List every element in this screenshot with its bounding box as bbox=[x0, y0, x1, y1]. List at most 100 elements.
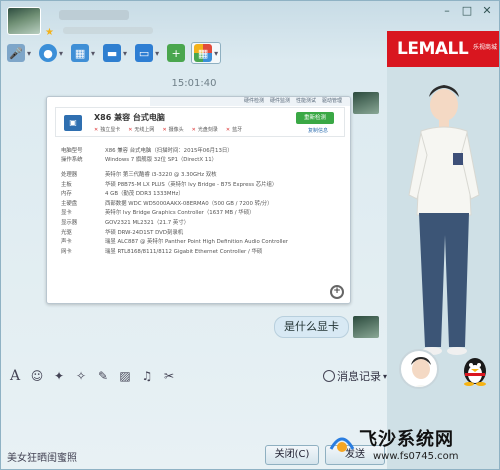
video-call-button[interactable]: ● ▾ bbox=[37, 42, 65, 64]
own-avatar bbox=[353, 316, 379, 338]
spec-key: 显示器 bbox=[61, 219, 78, 226]
feature-check: ✕ 无线上网 bbox=[128, 127, 155, 133]
ad-banner[interactable]: LEMALL 乐视商城 bbox=[387, 31, 499, 67]
friend-avatar[interactable] bbox=[7, 7, 41, 35]
image-icon[interactable]: ▨ bbox=[117, 368, 133, 384]
message-history-button[interactable]: 消息记录 ▾ bbox=[322, 367, 387, 385]
send-file-button[interactable]: ▬ ▾ bbox=[101, 42, 129, 64]
character-show-figure bbox=[408, 85, 480, 355]
watermark-title: 飞沙系统网 bbox=[359, 429, 454, 450]
voice-call-button[interactable]: 🎤 ▾ bbox=[5, 42, 33, 64]
message-time: 15:01:40 bbox=[171, 78, 217, 89]
spec-value: 瑞昱 RTL8168/8111/8112 Gigabit Ethernet Co… bbox=[105, 248, 263, 255]
clock-icon bbox=[322, 370, 335, 382]
zoom-in-icon[interactable]: + bbox=[330, 285, 344, 299]
maximize-button[interactable]: □ bbox=[459, 4, 475, 18]
spec-row: 网卡 瑞昱 RTL8168/8111/8112 Gigabit Ethernet … bbox=[61, 246, 341, 256]
spec-key: 主硬盘 bbox=[61, 200, 78, 207]
feature-checks: ✕ 独立显卡 ✕ 无线上网 ✕ 摄像头 ✕ 光盘刻录 ✕ 蓝牙 bbox=[94, 126, 242, 133]
new-discussion-button[interactable]: + bbox=[165, 42, 187, 64]
site-watermark: 飞沙系统网 www.fs0745.com bbox=[323, 421, 499, 469]
remote-desktop-button[interactable]: ▭ ▾ bbox=[133, 42, 161, 64]
right-panel: LEMALL 乐视商城 bbox=[387, 31, 499, 469]
close-window-button[interactable]: ✕ bbox=[479, 4, 495, 18]
spec-row: 主板 华硕 P8B75-M LX PLUS（英特尔 Ivy Bridge - B7… bbox=[61, 179, 341, 189]
shake-icon[interactable]: ✧ bbox=[73, 368, 89, 384]
microphone-icon: 🎤 bbox=[7, 44, 25, 62]
spec-row: 光驱 华硕 DRW-24D1ST DVD刻录机 bbox=[61, 227, 341, 237]
emoji-icon[interactable]: ☺ bbox=[29, 368, 45, 384]
spec-key: 网卡 bbox=[61, 248, 72, 255]
close-button[interactable]: 关闭(C) bbox=[265, 445, 319, 465]
spec-value: 西部数据 WDC WD5000AAKX-08ERMA0（500 GB / 720… bbox=[105, 200, 273, 207]
remote-desktop-icon: ▭ bbox=[135, 44, 154, 62]
watermark-url: www.fs0745.com bbox=[373, 451, 459, 462]
chevron-down-icon: ▾ bbox=[214, 48, 219, 58]
chat-message-bubble[interactable]: 是什么显卡 bbox=[274, 316, 349, 338]
feature-check: ✕ 光盘刻录 bbox=[191, 127, 218, 133]
ad-subtitle: 乐视商城 bbox=[472, 44, 497, 51]
character-avatar[interactable] bbox=[399, 349, 439, 389]
spec-key: 操作系统 bbox=[61, 157, 83, 164]
promo-link[interactable]: 美女狂晒闺蜜照 bbox=[7, 449, 77, 464]
rescan-button: 重新检测 bbox=[296, 112, 334, 124]
new-discussion-icon: + bbox=[167, 44, 186, 62]
qq-penguin-icon[interactable] bbox=[457, 353, 493, 387]
spec-value: 瑞昱 ALC887 @ 英特尔 Panther Point High Defin… bbox=[105, 239, 289, 246]
edit-icon[interactable]: ✎ bbox=[95, 368, 111, 384]
feature-check: ✕ 摄像头 bbox=[162, 127, 184, 133]
spec-value: 4 GB（勤茂 DDR3 1333MHz） bbox=[105, 191, 184, 198]
spec-key: 内存 bbox=[61, 191, 72, 198]
friend-signature-blurred bbox=[63, 27, 153, 34]
spec-key: 声卡 bbox=[61, 239, 72, 246]
screen-share-button[interactable]: ▦ ▾ bbox=[69, 42, 97, 64]
screen-share-icon: ▦ bbox=[71, 44, 90, 62]
minimize-button[interactable]: – bbox=[439, 4, 455, 18]
spec-row: 显示器 GOV2321 ML2321（21.7 英寸） bbox=[61, 217, 341, 227]
spec-value: 华硕 DRW-24D1ST DVD刻录机 bbox=[105, 229, 184, 236]
spec-value: Windows 7 旗舰版 32位 SP1（DirectX 11） bbox=[105, 157, 218, 164]
spec-value: X86 兼容 台式电脑（扫描时间：2015年06月13日） bbox=[105, 147, 233, 154]
screenshot-tabs: 硬件检测 硬件监测 性能测试 驱动管理 bbox=[150, 97, 350, 106]
spec-key: 光驱 bbox=[61, 229, 72, 236]
music-icon[interactable]: ♫ bbox=[139, 368, 155, 384]
message-area[interactable]: 15:01:40 硬件检测 硬件监测 性能测试 驱动管理 ▣ X86 兼容 台式… bbox=[1, 69, 387, 363]
spec-row: 处理器 英特尔 第三代酷睿 i3-3220 @ 3.30GHz 双核 bbox=[61, 169, 341, 179]
screenshot-tab: 驱动管理 bbox=[321, 98, 342, 104]
chevron-down-icon: ▾ bbox=[59, 48, 64, 58]
spec-value: 英特尔 第三代酷睿 i3-3220 @ 3.30GHz 双核 bbox=[105, 171, 217, 178]
feature-check: ✕ 独立显卡 bbox=[94, 127, 121, 133]
chevron-down-icon: ▾ bbox=[27, 48, 32, 58]
spec-key: 显卡 bbox=[61, 210, 72, 217]
spec-row: 主硬盘 西部数据 WDC WD5000AAKX-08ERMA0（500 GB / … bbox=[61, 198, 341, 208]
screenshot-tab: 硬件监测 bbox=[269, 98, 290, 104]
spec-row: 显卡 英特尔 Ivy Bridge Graphics Controller（163… bbox=[61, 208, 341, 218]
spec-row: 内存 4 GB（勤茂 DDR3 1333MHz） bbox=[61, 188, 341, 198]
magic-icon[interactable]: ✦ bbox=[51, 368, 67, 384]
chevron-down-icon: ▾ bbox=[155, 48, 160, 58]
video-camera-icon: ● bbox=[39, 44, 58, 62]
screenshot-tab: 硬件检测 bbox=[243, 98, 264, 104]
scissors-icon[interactable]: ✂ bbox=[161, 368, 177, 384]
watermark-logo-icon bbox=[329, 437, 355, 452]
screenshot-image[interactable]: 硬件检测 硬件监测 性能测试 驱动管理 ▣ X86 兼容 台式电脑 ✕ 独立显卡 … bbox=[46, 96, 351, 304]
input-toolbar: A ☺ ✦ ✧ ✎ ▨ ♫ ✂ 消息记录 ▾ bbox=[7, 367, 387, 385]
spec-value: 英特尔 Ivy Bridge Graphics Controller（1637 … bbox=[105, 210, 255, 217]
own-avatar bbox=[353, 92, 379, 114]
qq-chat-window: ★ – □ ✕ 🎤 ▾ ● ▾ ▦ ▾ ▬ ▾ ▭ ▾ + ▦ ▾ 15:01:… bbox=[0, 0, 500, 470]
font-icon[interactable]: A bbox=[7, 368, 23, 384]
spec-key: 电脑型号 bbox=[61, 147, 83, 154]
spec-row: 声卡 瑞昱 ALC887 @ 英特尔 Panther Point High Def… bbox=[61, 236, 341, 246]
feature-check: ✕ 蓝牙 bbox=[225, 127, 243, 133]
app-grid-button[interactable]: ▦ ▾ bbox=[191, 42, 222, 64]
spec-value: GOV2321 ML2321（21.7 英寸） bbox=[105, 219, 190, 226]
folder-icon: ▬ bbox=[103, 44, 122, 62]
lemall-logo: LEMALL bbox=[397, 39, 469, 59]
character-avatar-art bbox=[411, 357, 431, 387]
history-label: 消息记录 bbox=[336, 370, 381, 383]
chevron-down-icon: ▾ bbox=[91, 48, 96, 58]
copy-info-link: 复制信息 bbox=[307, 128, 328, 134]
spec-value: 华硕 P8B75-M LX PLUS（英特尔 Ivy Bridge - B75 … bbox=[105, 181, 278, 188]
chat-toolbar: 🎤 ▾ ● ▾ ▦ ▾ ▬ ▾ ▭ ▾ + ▦ ▾ bbox=[5, 42, 222, 64]
spec-row: 电脑型号 X86 兼容 台式电脑（扫描时间：2015年06月13日） bbox=[61, 145, 341, 155]
